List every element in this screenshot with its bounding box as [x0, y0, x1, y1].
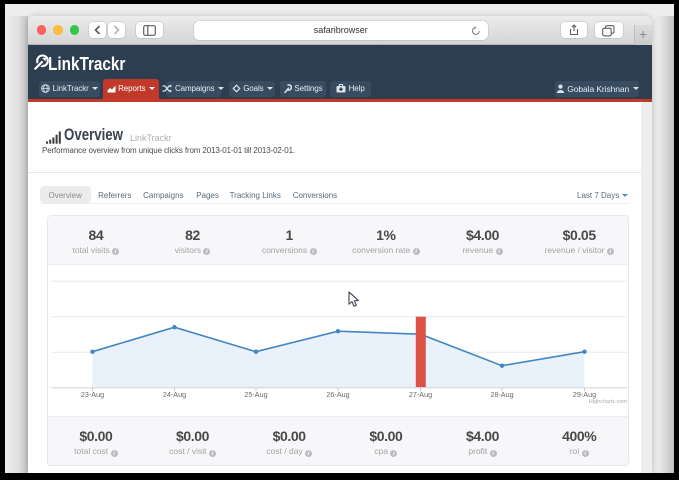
svg-text:Highcharts.com: Highcharts.com [588, 399, 627, 405]
svg-text:27-Aug: 27-Aug [408, 390, 431, 399]
svg-text:25-Aug: 25-Aug [244, 390, 267, 399]
svg-text:24-Aug: 24-Aug [162, 390, 185, 399]
svg-text:28-Aug: 28-Aug [490, 390, 513, 399]
svg-text:26-Aug: 26-Aug [326, 390, 349, 399]
svg-text:29-Aug: 29-Aug [572, 390, 595, 399]
svg-text:23-Aug: 23-Aug [80, 390, 103, 399]
